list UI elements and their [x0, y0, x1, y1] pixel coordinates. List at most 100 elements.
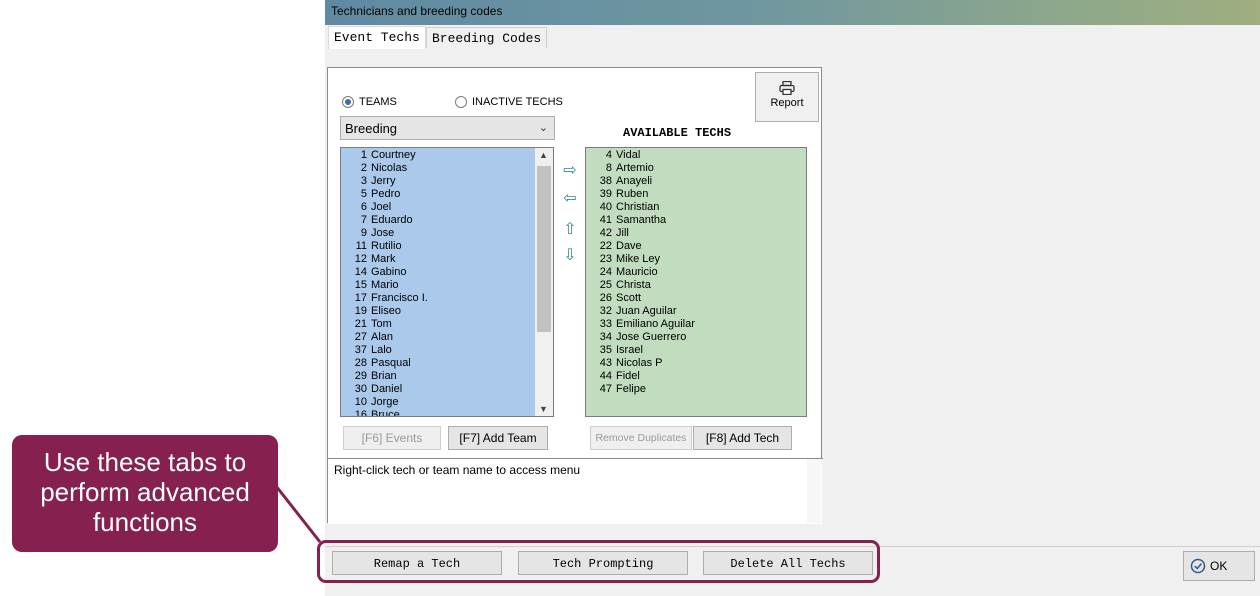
tech-row[interactable]: 22 Dave	[586, 240, 806, 253]
row-number: 14	[354, 266, 367, 278]
row-number: 28	[354, 357, 367, 369]
team-row[interactable]: 14 Gabino	[341, 266, 553, 279]
inactive-techs-radio[interactable]: INACTIVE TECHS	[455, 96, 563, 108]
team-type-value: Breeding	[345, 121, 398, 136]
row-name: Anayeli	[616, 175, 653, 187]
team-row[interactable]: 2 Nicolas	[341, 162, 553, 175]
team-row[interactable]: 28 Pasqual	[341, 357, 553, 370]
row-name: Dave	[616, 240, 642, 252]
teams-radio[interactable]: TEAMS	[342, 96, 397, 108]
row-name: Samantha	[616, 214, 667, 226]
team-row[interactable]: 9 Jose	[341, 227, 553, 240]
radio-unselected-icon	[455, 96, 467, 108]
team-row[interactable]: 6 Joel	[341, 201, 553, 214]
teams-list[interactable]: 1 Courtney 2 Nicolas 3 Jerry 5 Pedro 6 Joel 7 Eduar…	[340, 147, 554, 417]
move-left-arrow-icon[interactable]: ⇦	[560, 189, 580, 209]
team-row[interactable]: 37 Lalo	[341, 344, 553, 357]
row-name: Mauricio	[616, 266, 658, 278]
row-name: Artemio	[616, 162, 654, 174]
row-name: Pasqual	[371, 357, 411, 369]
row-name: Rutilio	[371, 240, 402, 252]
team-row[interactable]: 16 Bruce	[341, 409, 553, 416]
tech-row[interactable]: 26 Scott	[586, 292, 806, 305]
tech-row[interactable]: 25 Christa	[586, 279, 806, 292]
row-name: Nicolas P	[616, 357, 663, 369]
team-row[interactable]: 17 Francisco I.	[341, 292, 553, 305]
tab-event-techs[interactable]: Event Techs	[328, 26, 426, 49]
tech-row[interactable]: 42 Jill	[586, 227, 806, 240]
row-number: 10	[354, 396, 367, 408]
tech-row[interactable]: 38 Anayeli	[586, 175, 806, 188]
move-up-arrow-icon[interactable]: ⇧	[560, 220, 580, 240]
team-row[interactable]: 10 Jorge	[341, 396, 553, 409]
tab-breeding-codes[interactable]: Breeding Codes	[426, 27, 548, 48]
row-name: Tom	[371, 318, 392, 330]
team-row[interactable]: 21 Tom	[341, 318, 553, 331]
scroll-up-icon[interactable]: ▲	[539, 150, 548, 160]
team-row[interactable]: 5 Pedro	[341, 188, 553, 201]
row-name: Jill	[616, 227, 629, 239]
row-number: 39	[599, 188, 612, 200]
tech-row[interactable]: 4 Vidal	[586, 149, 806, 162]
tech-row[interactable]: 23 Mike Ley	[586, 253, 806, 266]
tech-row[interactable]: 8 Artemio	[586, 162, 806, 175]
row-number: 12	[354, 253, 367, 265]
tech-row[interactable]: 41 Samantha	[586, 214, 806, 227]
row-number: 33	[599, 318, 612, 330]
checkmark-circle-icon	[1190, 558, 1206, 574]
scroll-down-icon[interactable]: ▼	[539, 404, 548, 414]
row-name: Jerry	[371, 175, 396, 187]
tech-row[interactable]: 33 Emiliano Aguilar	[586, 318, 806, 331]
team-row[interactable]: 19 Eliseo	[341, 305, 553, 318]
row-number: 32	[599, 305, 612, 317]
team-row[interactable]: 1 Courtney	[341, 149, 553, 162]
title-bar: Technicians and breeding codes	[325, 0, 1260, 25]
tech-row[interactable]: 40 Christian	[586, 201, 806, 214]
row-name: Juan Aguilar	[616, 305, 677, 317]
row-number: 40	[599, 201, 612, 213]
events-button[interactable]: [F6] Events	[343, 426, 441, 450]
row-number: 47	[599, 383, 612, 395]
team-row[interactable]: 29 Brian	[341, 370, 553, 383]
row-number: 22	[599, 240, 612, 252]
row-name: Francisco I.	[371, 292, 428, 304]
message-scrollbar[interactable]	[807, 459, 823, 523]
report-button[interactable]: Report	[755, 72, 819, 122]
remove-duplicates-button[interactable]: Remove Duplicates	[590, 426, 692, 450]
tech-row[interactable]: 47 Felipe	[586, 383, 806, 396]
team-row[interactable]: 11 Rutilio	[341, 240, 553, 253]
move-down-arrow-icon[interactable]: ⇩	[560, 246, 580, 266]
row-name: Joel	[371, 201, 392, 213]
row-name: Ruben	[616, 188, 649, 200]
tech-row[interactable]: 44 Fidel	[586, 370, 806, 383]
move-right-arrow-icon[interactable]: ⇨	[560, 161, 580, 181]
row-number: 19	[354, 305, 367, 317]
team-row[interactable]: 30 Daniel	[341, 383, 553, 396]
team-row[interactable]: 27 Alan	[341, 331, 553, 344]
teams-list-scrollbar[interactable]: ▲ ▼	[535, 148, 553, 416]
team-row[interactable]: 15 Mario	[341, 279, 553, 292]
ok-button[interactable]: OK	[1183, 551, 1255, 581]
team-type-select[interactable]: Breeding ⌄	[340, 116, 555, 140]
team-row[interactable]: 12 Mark	[341, 253, 553, 266]
row-name: Fidel	[616, 370, 640, 382]
printer-icon	[779, 81, 795, 95]
scroll-thumb[interactable]	[537, 166, 551, 332]
available-techs-list[interactable]: 4 Vidal 8 Artemio 38 Anayeli 39 Ruben 40 Christia…	[585, 147, 807, 417]
row-number: 15	[354, 279, 367, 291]
report-label: Report	[770, 97, 804, 109]
tech-row[interactable]: 39 Ruben	[586, 188, 806, 201]
tech-row[interactable]: 43 Nicolas P	[586, 357, 806, 370]
tech-row[interactable]: 32 Juan Aguilar	[586, 305, 806, 318]
row-number: 21	[354, 318, 367, 330]
message-text: Right-click tech or team name to access …	[334, 463, 581, 477]
add-tech-button[interactable]: [F8] Add Tech	[693, 426, 792, 450]
team-row[interactable]: 7 Eduardo	[341, 214, 553, 227]
tech-row[interactable]: 35 Israel	[586, 344, 806, 357]
team-row[interactable]: 3 Jerry	[341, 175, 553, 188]
add-team-button[interactable]: [F7] Add Team	[448, 426, 548, 450]
tech-row[interactable]: 24 Mauricio	[586, 266, 806, 279]
tech-row[interactable]: 34 Jose Guerrero	[586, 331, 806, 344]
row-name: Emiliano Aguilar	[616, 318, 695, 330]
event-techs-panel: TEAMS INACTIVE TECHS Breeding ⌄ Report A…	[327, 67, 823, 524]
